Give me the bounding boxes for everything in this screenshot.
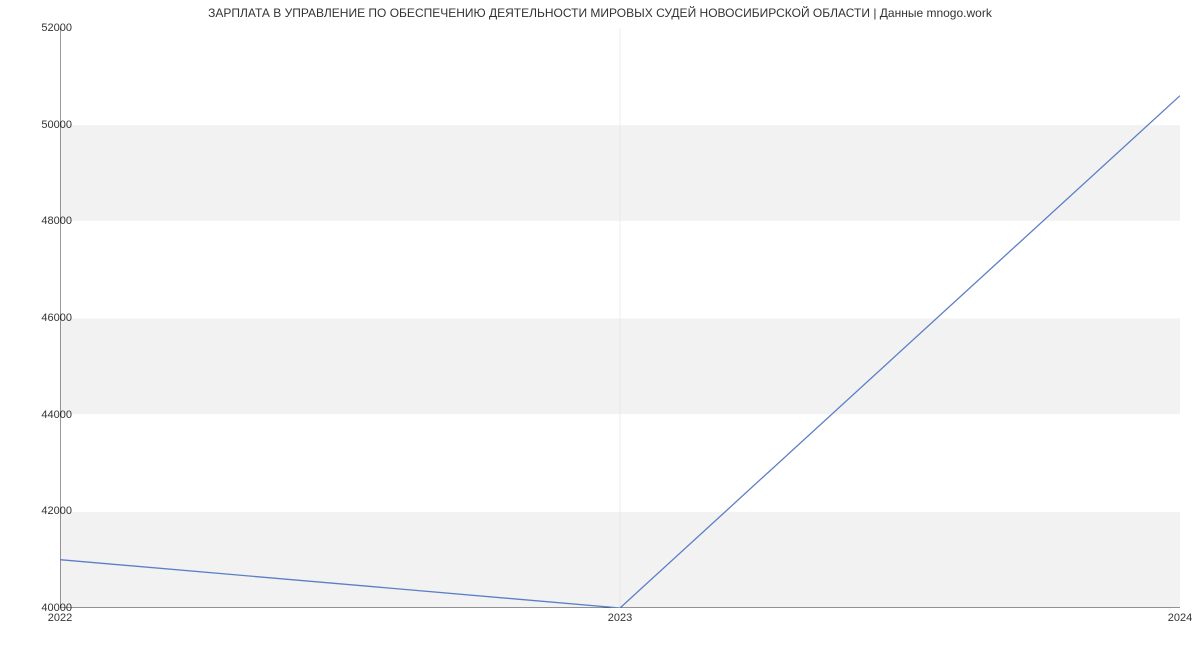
y-tick-label: 48000 xyxy=(12,215,72,227)
y-tick-label: 46000 xyxy=(12,312,72,324)
y-tick-label: 44000 xyxy=(12,409,72,421)
chart-svg xyxy=(60,28,1180,608)
x-tick-label: 2024 xyxy=(1168,612,1192,624)
y-tick-label: 50000 xyxy=(12,119,72,131)
chart-plot-area xyxy=(60,28,1180,608)
x-tick-label: 2023 xyxy=(608,612,632,624)
chart-title: ЗАРПЛАТА В УПРАВЛЕНИЕ ПО ОБЕСПЕЧЕНИЮ ДЕЯ… xyxy=(0,0,1200,20)
y-tick-label: 52000 xyxy=(12,22,72,34)
x-tick-label: 2022 xyxy=(48,612,72,624)
y-tick-label: 42000 xyxy=(12,505,72,517)
